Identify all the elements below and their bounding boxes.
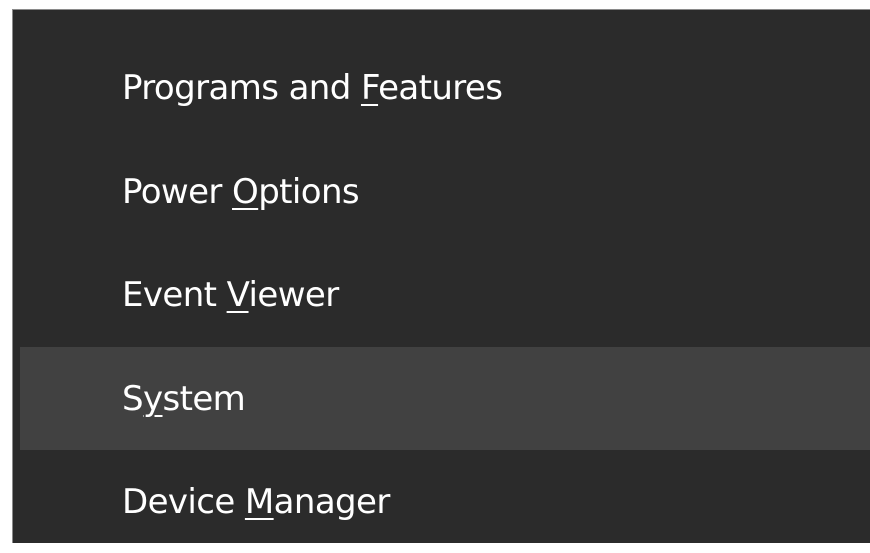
menu-item-label: System [122, 378, 246, 419]
menu-item-power-options[interactable]: Power Options [20, 140, 870, 243]
menu-item-label: Event Viewer [122, 274, 339, 315]
menu-item-system[interactable]: System [20, 347, 870, 450]
menu-item-programs-and-features[interactable]: Programs and Features [20, 36, 870, 139]
menu-item-event-viewer[interactable]: Event Viewer [20, 243, 870, 346]
accelerator-key: y [142, 378, 163, 419]
accelerator-key: V [226, 274, 250, 315]
menu-item-label: Programs and Features [122, 67, 503, 108]
accelerator-key: M [244, 481, 274, 522]
menu-item-label: Power Options [122, 171, 360, 212]
context-menu: Programs and Features Power Options Even… [12, 9, 870, 543]
menu-item-device-manager[interactable]: Device Manager [20, 450, 870, 553]
accelerator-key: O [232, 171, 259, 212]
menu-item-label: Device Manager [122, 481, 390, 522]
accelerator-key: F [360, 67, 379, 108]
